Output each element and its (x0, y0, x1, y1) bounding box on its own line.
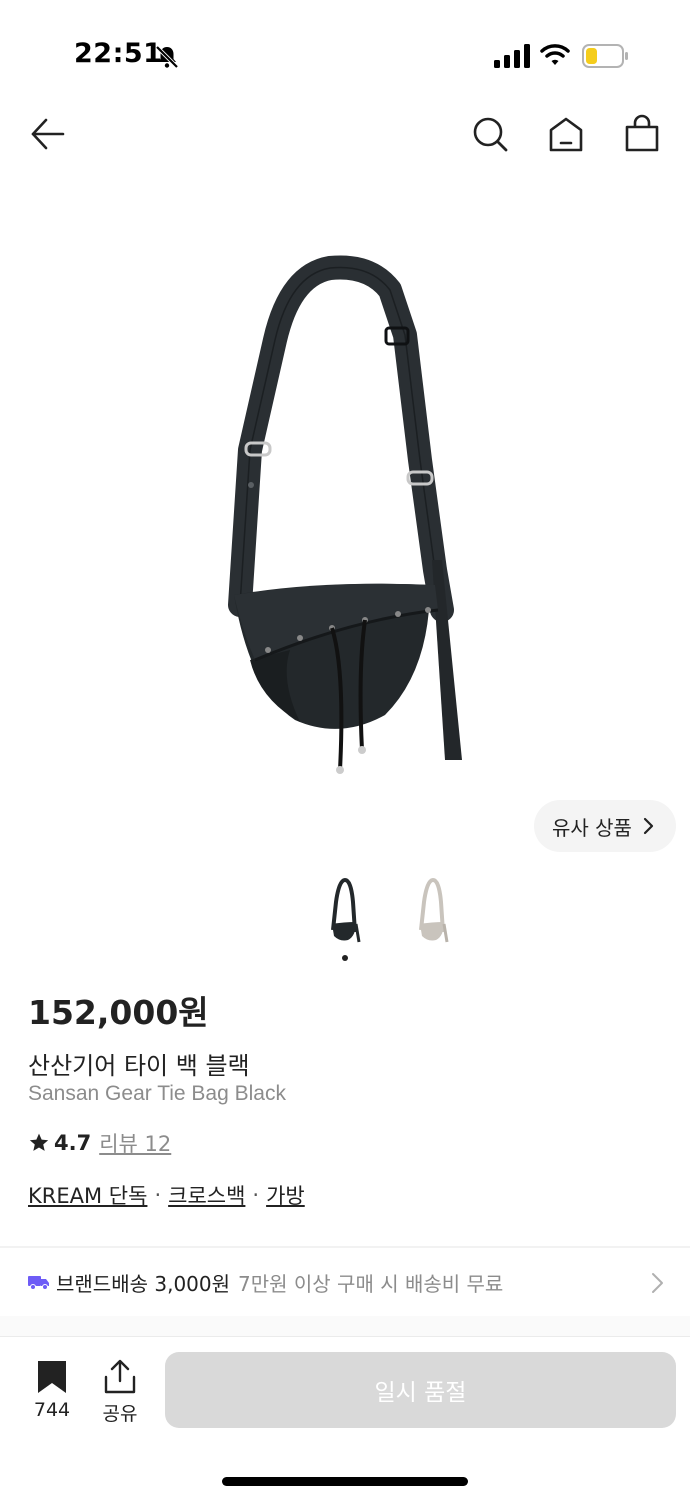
bookmark-count: 744 (33, 1399, 71, 1421)
review-link[interactable]: 리뷰 12 (99, 1128, 171, 1158)
shipping-info-row[interactable]: 브랜드배송 3,000원 7만원 이상 구매 시 배송비 무료 (0, 1248, 690, 1316)
home-indicator (222, 1477, 468, 1486)
shipping-label: 브랜드배송 3,000원 (56, 1271, 231, 1296)
rating-row: 4.7 리뷰 12 (28, 1128, 171, 1158)
arrow-left-icon (31, 118, 65, 150)
wifi-icon (540, 44, 570, 65)
shopping-bag-button[interactable] (622, 114, 662, 154)
bookmark-icon (38, 1361, 66, 1393)
chevron-right-icon (643, 817, 654, 835)
image-page-indicator (342, 955, 348, 961)
bookmark-button[interactable]: 744 (26, 1359, 78, 1421)
product-tags: KREAM 단독 · 크로스백 · 가방 (28, 1180, 305, 1210)
bottom-action-bar: 744 공유 일시 품절 (0, 1337, 690, 1500)
battery-icon (582, 44, 628, 68)
cellular-signal-icon (494, 44, 530, 68)
bell-off-icon (155, 45, 179, 69)
back-button[interactable] (28, 114, 68, 154)
status-bar: 22:51 (0, 0, 690, 100)
soldout-button[interactable]: 일시 품절 (165, 1352, 676, 1428)
similar-products-label: 유사 상품 (552, 815, 632, 840)
section-gap (0, 1316, 690, 1336)
tag-kream-exclusive[interactable]: KREAM 단독 (28, 1180, 147, 1210)
star-icon (29, 1133, 49, 1151)
home-button[interactable] (546, 114, 586, 154)
chevron-right-icon (652, 1273, 663, 1293)
share-button[interactable]: 공유 (96, 1359, 144, 1426)
search-icon (473, 117, 508, 152)
status-time: 22:51 (74, 38, 163, 69)
thumbnail-strip (0, 872, 690, 944)
thumbnail-black[interactable] (314, 872, 374, 944)
thumbnail-beige[interactable] (402, 872, 462, 944)
similar-products-button[interactable]: 유사 상품 (534, 800, 676, 852)
shopping-bag-icon (625, 114, 659, 152)
product-name-english: Sansan Gear Tie Bag Black (28, 1082, 286, 1105)
product-image (228, 255, 462, 774)
search-button[interactable] (470, 114, 510, 154)
tag-bag[interactable]: 가방 (266, 1180, 305, 1210)
tag-crossbag[interactable]: 크로스백 (168, 1180, 245, 1210)
product-name-korean: 산산기어 타이 백 블랙 (28, 1052, 250, 1080)
top-navigation (0, 100, 690, 172)
home-icon (549, 117, 583, 152)
product-price: 152,000원 (28, 993, 209, 1032)
shipping-note: 7만원 이상 구매 시 배송비 무료 (238, 1271, 504, 1296)
tag-separator: · (154, 1183, 162, 1207)
rating-score: 4.7 (54, 1131, 92, 1155)
share-icon (104, 1359, 136, 1394)
truck-icon (28, 1276, 49, 1290)
share-label: 공유 (102, 1403, 138, 1425)
tag-separator: · (252, 1183, 260, 1207)
